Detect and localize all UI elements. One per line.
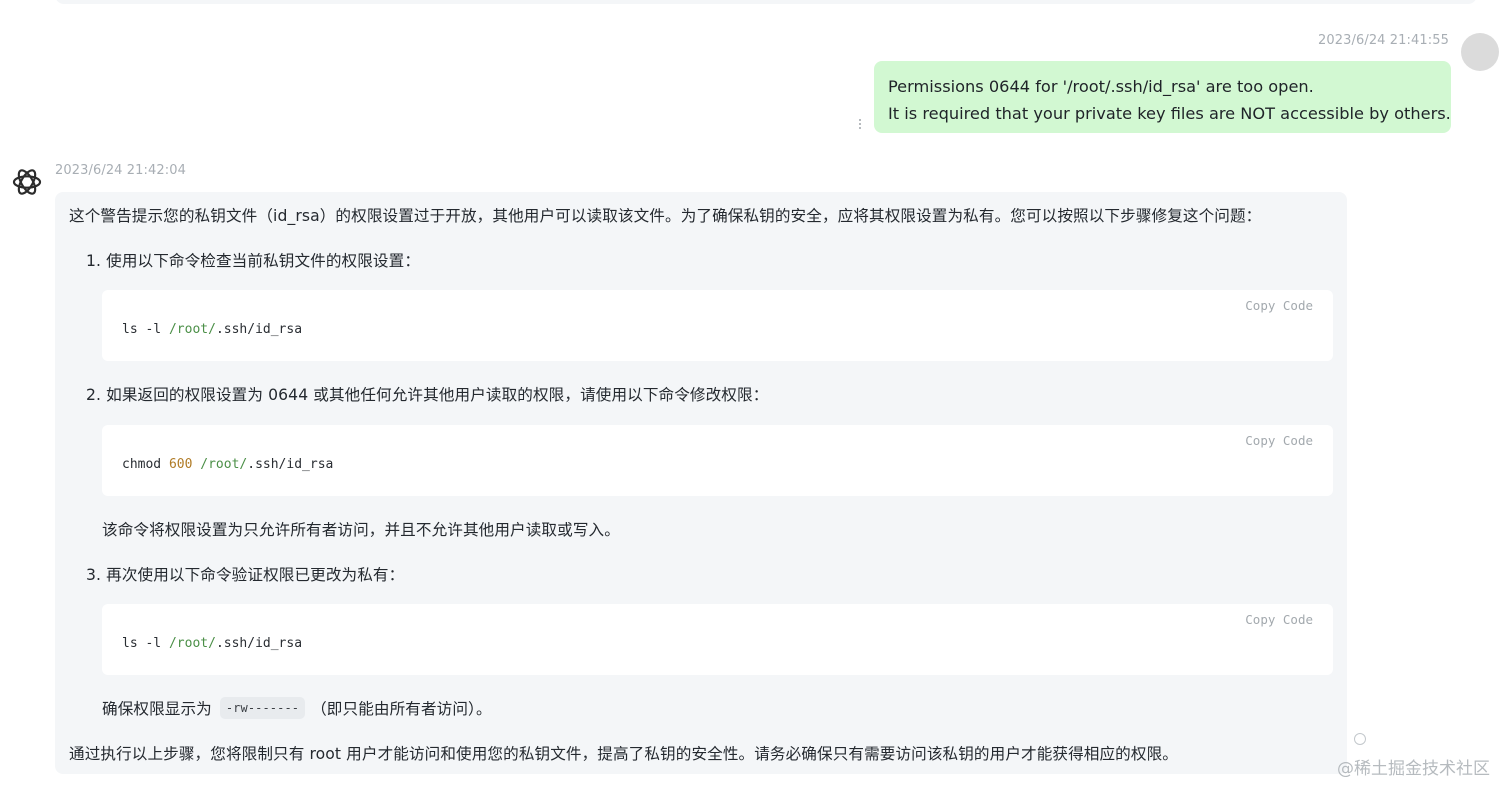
watermark: @稀土掘金技术社区: [1337, 759, 1490, 779]
user-message-line: Permissions 0644 for '/root/.ssh/id_rsa'…: [888, 77, 1314, 96]
code-block-2: Copy Code chmod 600 /root/.ssh/id_rsa: [102, 425, 1333, 496]
code-token: /root/: [200, 457, 248, 472]
step-3-note: 确保权限显示为 -rw------- （即只能由所有者访问）。: [102, 697, 492, 719]
openai-logo-icon: [12, 169, 42, 195]
code-token: .ssh/id_rsa: [247, 457, 334, 472]
copy-code-button[interactable]: Copy Code: [1245, 298, 1313, 313]
code-token: ls -l: [122, 322, 169, 337]
loading-circle-icon: [1354, 733, 1366, 745]
bot-intro-paragraph: 这个警告提示您的私钥文件（id_rsa）的权限设置过于开放，其他用户可以读取该文…: [69, 207, 1262, 225]
code-token: ls -l: [122, 636, 169, 651]
code-block-3: Copy Code ls -l /root/.ssh/id_rsa: [102, 604, 1333, 675]
step-3-note-before: 确保权限显示为: [102, 700, 212, 718]
code-token: /root/: [168, 322, 216, 337]
inline-code: -rw-------: [219, 697, 306, 719]
code-token: .ssh/id_rsa: [215, 636, 303, 651]
user-message-bubble: Permissions 0644 for '/root/.ssh/id_rsa'…: [874, 61, 1451, 133]
copy-code-button[interactable]: Copy Code: [1245, 433, 1313, 448]
code-token: .ssh/id_rsa: [215, 322, 303, 337]
chat-page: 2023/6/24 21:41:55 Permissions 0644 for …: [0, 0, 1512, 797]
previous-message-edge: [55, 0, 1477, 4]
user-message-timestamp: 2023/6/24 21:41:55: [1318, 33, 1449, 48]
code-token: chmod: [122, 457, 169, 472]
code-block-1: Copy Code ls -l /root/.ssh/id_rsa: [102, 290, 1333, 361]
user-message-line: It is required that your private key fil…: [888, 104, 1451, 123]
step-1-text: 1. 使用以下命令检查当前私钥文件的权限设置：: [86, 252, 421, 270]
code-token: 600: [168, 457, 193, 472]
code-line: ls -l /root/.ssh/id_rsa: [122, 322, 302, 337]
code-line: chmod 600 /root/.ssh/id_rsa: [122, 457, 333, 472]
code-token: /root/: [168, 636, 216, 651]
copy-code-button[interactable]: Copy Code: [1245, 612, 1313, 627]
step-2-text: 2. 如果返回的权限设置为 0644 或其他任何允许其他用户读取的权限，请使用以…: [86, 386, 769, 404]
step-3-note-after: （即只能由所有者访问）。: [311, 700, 492, 718]
step-3-text: 3. 再次使用以下命令验证权限已更改为私有：: [86, 566, 405, 584]
bot-message-timestamp: 2023/6/24 21:42:04: [55, 163, 186, 178]
vertical-dots-icon[interactable]: [857, 119, 863, 133]
step-2-note: 该命令将权限设置为只允许所有者访问，并且不允许其他用户读取或写入。: [102, 521, 620, 539]
user-avatar[interactable]: [1461, 33, 1499, 71]
bot-final-paragraph: 通过执行以上步骤，您将限制只有 root 用户才能访问和使用您的私钥文件，提高了…: [69, 745, 1178, 763]
code-line: ls -l /root/.ssh/id_rsa: [122, 636, 302, 651]
